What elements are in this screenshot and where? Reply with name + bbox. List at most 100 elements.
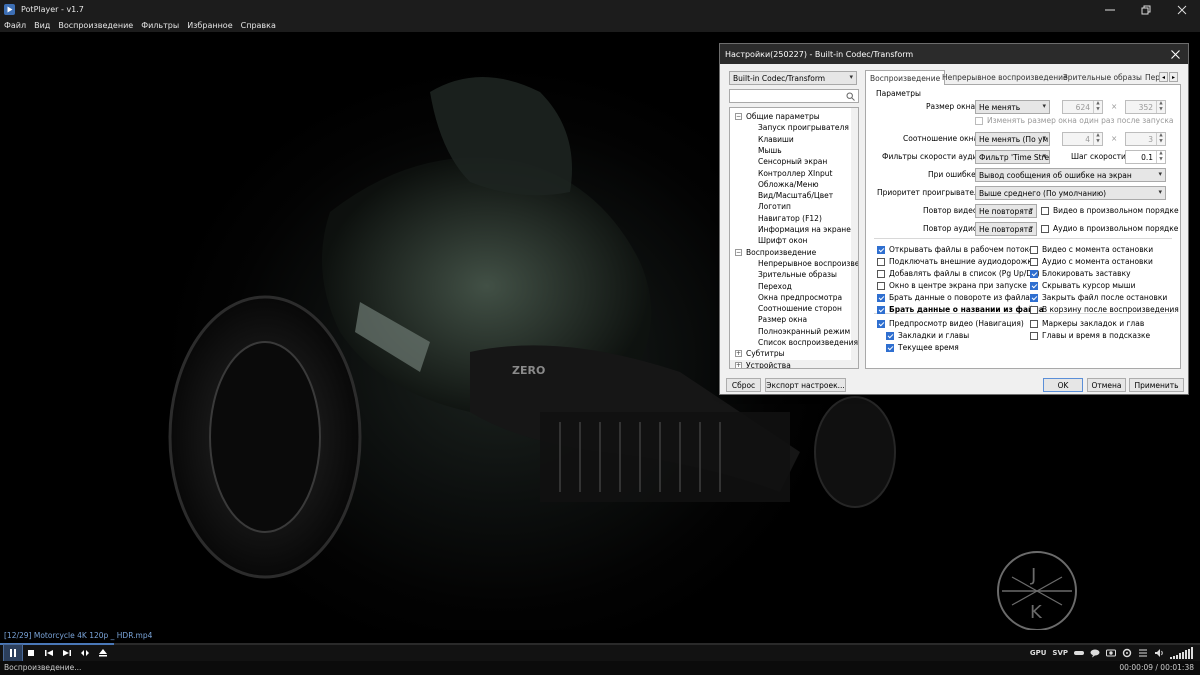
aspect-height-stepper[interactable]: 3 ▲ ▼ — [1125, 132, 1166, 146]
tab-visualizations[interactable]: Зрительные образы — [1063, 70, 1142, 85]
audio-random-checkbox[interactable] — [1041, 225, 1049, 233]
tree-item[interactable]: Список воспроизведения — [758, 338, 858, 347]
tree-item[interactable]: Соотношение сторон — [758, 304, 842, 313]
minimize-button[interactable] — [1092, 0, 1128, 19]
svp-toggle[interactable]: SVP — [1052, 649, 1068, 657]
markers-checkbox[interactable] — [1030, 320, 1038, 328]
tab-continuous-playback[interactable]: Непрерывное воспроизведение — [942, 70, 1068, 85]
profile-combo[interactable]: Built-in Codec/Transform ▾ — [729, 71, 857, 85]
gpu-toggle[interactable]: GPU — [1030, 649, 1047, 657]
left-option-checkbox[interactable] — [877, 306, 885, 314]
apply-button[interactable]: Применить — [1129, 378, 1184, 392]
tree-item[interactable]: Мышь — [758, 146, 782, 155]
tab-scroll-left-button[interactable]: ◂ — [1159, 72, 1168, 82]
right-option-checkbox[interactable] — [1030, 270, 1038, 278]
tree-item[interactable]: Обложка/Меню — [758, 180, 819, 189]
settings-tree[interactable]: − Общие параметры Запуск проигрывателя Клав… — [729, 107, 859, 369]
repeat-video-combo[interactable]: Не повторять ▾ — [975, 204, 1037, 218]
current-time-checkbox[interactable] — [886, 344, 894, 352]
menu-file[interactable]: Файл — [4, 21, 26, 30]
menu-playback[interactable]: Воспроизведение — [58, 21, 133, 30]
tree-item[interactable]: Запуск проигрывателя — [758, 123, 849, 132]
left-option-checkbox[interactable] — [877, 282, 885, 290]
right-option-checkbox[interactable] — [1030, 246, 1038, 254]
speed-step-stepper[interactable]: 0.1 ▲ ▼ — [1125, 150, 1166, 164]
playlist-icon[interactable] — [1138, 648, 1148, 658]
window-height-stepper[interactable]: 352 ▲ ▼ — [1125, 100, 1166, 114]
tree-toggle-icon[interactable]: + — [735, 350, 742, 358]
tree-item[interactable]: Непрерывное воспроизве — [758, 259, 858, 268]
window-size-combo[interactable]: Не менять ▾ — [975, 100, 1050, 114]
settings-icon[interactable] — [1122, 648, 1132, 658]
video-random-checkbox[interactable] — [1041, 207, 1049, 215]
menu-filters[interactable]: Фильтры — [141, 21, 179, 30]
ok-button[interactable]: OK — [1043, 378, 1083, 392]
tree-item[interactable]: Контроллер XInput — [758, 169, 832, 178]
menu-help[interactable]: Справка — [241, 21, 276, 30]
tree-toggle-icon[interactable]: − — [735, 248, 742, 256]
tree-item[interactable]: Воспроизведение — [746, 248, 816, 257]
right-option-checkbox[interactable] — [1030, 294, 1038, 302]
left-option-checkbox[interactable] — [877, 246, 885, 254]
bookmarks-checkbox[interactable] — [886, 332, 894, 340]
tree-item[interactable]: Сенсорный экран — [758, 157, 827, 166]
right-option-checkbox[interactable] — [1030, 306, 1038, 314]
stop-button[interactable] — [22, 645, 40, 661]
tree-item[interactable]: Шрифт окон — [758, 236, 807, 245]
dialog-close-button[interactable] — [1168, 47, 1182, 61]
tree-scrollbar[interactable] — [851, 108, 858, 360]
menu-view[interactable]: Вид — [34, 21, 50, 30]
tree-item[interactable]: Устройства — [746, 361, 791, 368]
audio-speed-filter-combo[interactable]: Фильтр 'Time Stre ▾ — [975, 150, 1050, 164]
subtitle-icon[interactable] — [1090, 648, 1100, 658]
pause-button[interactable] — [3, 644, 23, 662]
tree-item[interactable]: Навигатор (F12) — [758, 214, 822, 223]
tree-item[interactable]: Логотип — [758, 202, 791, 211]
preview-checkbox[interactable] — [877, 320, 885, 328]
right-option-checkbox[interactable] — [1030, 258, 1038, 266]
tree-item[interactable]: Полноэкранный режим — [758, 327, 850, 336]
repeat-audio-combo[interactable]: Не повторять ▾ — [975, 222, 1037, 236]
resize-once-checkbox[interactable] — [975, 117, 983, 125]
window-width-stepper[interactable]: 624 ▲ ▼ — [1062, 100, 1103, 114]
tree-item[interactable]: Клавиши — [758, 135, 794, 144]
left-option-checkbox[interactable] — [877, 270, 885, 278]
aspect-combo[interactable]: Не менять (По ум ▾ — [975, 132, 1050, 146]
left-option-checkbox[interactable] — [877, 294, 885, 302]
tree-item[interactable]: Вид/Масштаб/Цвет — [758, 191, 833, 200]
tree-toggle-icon[interactable]: + — [735, 361, 742, 368]
settings-search-input[interactable] — [729, 89, 859, 103]
frame-step-icon — [81, 650, 89, 656]
reset-button[interactable]: Сброс — [726, 378, 761, 392]
next-button[interactable] — [58, 645, 76, 661]
tree-toggle-icon[interactable]: − — [735, 113, 742, 120]
tree-item[interactable]: Размер окна — [758, 315, 807, 324]
capture-icon[interactable] — [1106, 648, 1116, 658]
volume-icon[interactable] — [1154, 648, 1164, 658]
volume-level-bars[interactable] — [1170, 647, 1194, 659]
export-settings-button[interactable]: Экспорт настроек... — [765, 378, 846, 392]
restore-button[interactable] — [1128, 0, 1164, 19]
tab-scroll-right-button[interactable]: ▸ — [1169, 72, 1178, 82]
previous-button[interactable] — [40, 645, 58, 661]
chapters-tooltip-checkbox[interactable] — [1030, 332, 1038, 340]
3d-glasses-icon[interactable] — [1074, 648, 1084, 658]
eject-button[interactable] — [94, 645, 112, 661]
tree-item[interactable]: Субтитры — [746, 349, 785, 358]
tree-item[interactable]: Переход — [758, 282, 792, 291]
tree-item[interactable]: Окна предпросмотра — [758, 293, 842, 302]
tab-transition[interactable]: Пер — [1145, 70, 1159, 85]
frame-step-button[interactable] — [76, 645, 94, 661]
menu-favorites[interactable]: Избранное — [187, 21, 232, 30]
cancel-button[interactable]: Отмена — [1087, 378, 1126, 392]
tree-item[interactable]: Зрительные образы — [758, 270, 837, 279]
close-button[interactable] — [1164, 0, 1200, 19]
priority-combo[interactable]: Выше среднего (По умолчанию) ▾ — [975, 186, 1166, 200]
tree-item[interactable]: Общие параметры — [746, 112, 820, 121]
aspect-width-stepper[interactable]: 4 ▲ ▼ — [1062, 132, 1103, 146]
on-error-combo[interactable]: Вывод сообщения об ошибке на экран ▾ — [975, 168, 1166, 182]
left-option-checkbox[interactable] — [877, 258, 885, 266]
tab-playback[interactable]: Воспроизведение — [865, 70, 946, 86]
right-option-checkbox[interactable] — [1030, 282, 1038, 290]
tree-item[interactable]: Информация на экране — [758, 225, 851, 234]
